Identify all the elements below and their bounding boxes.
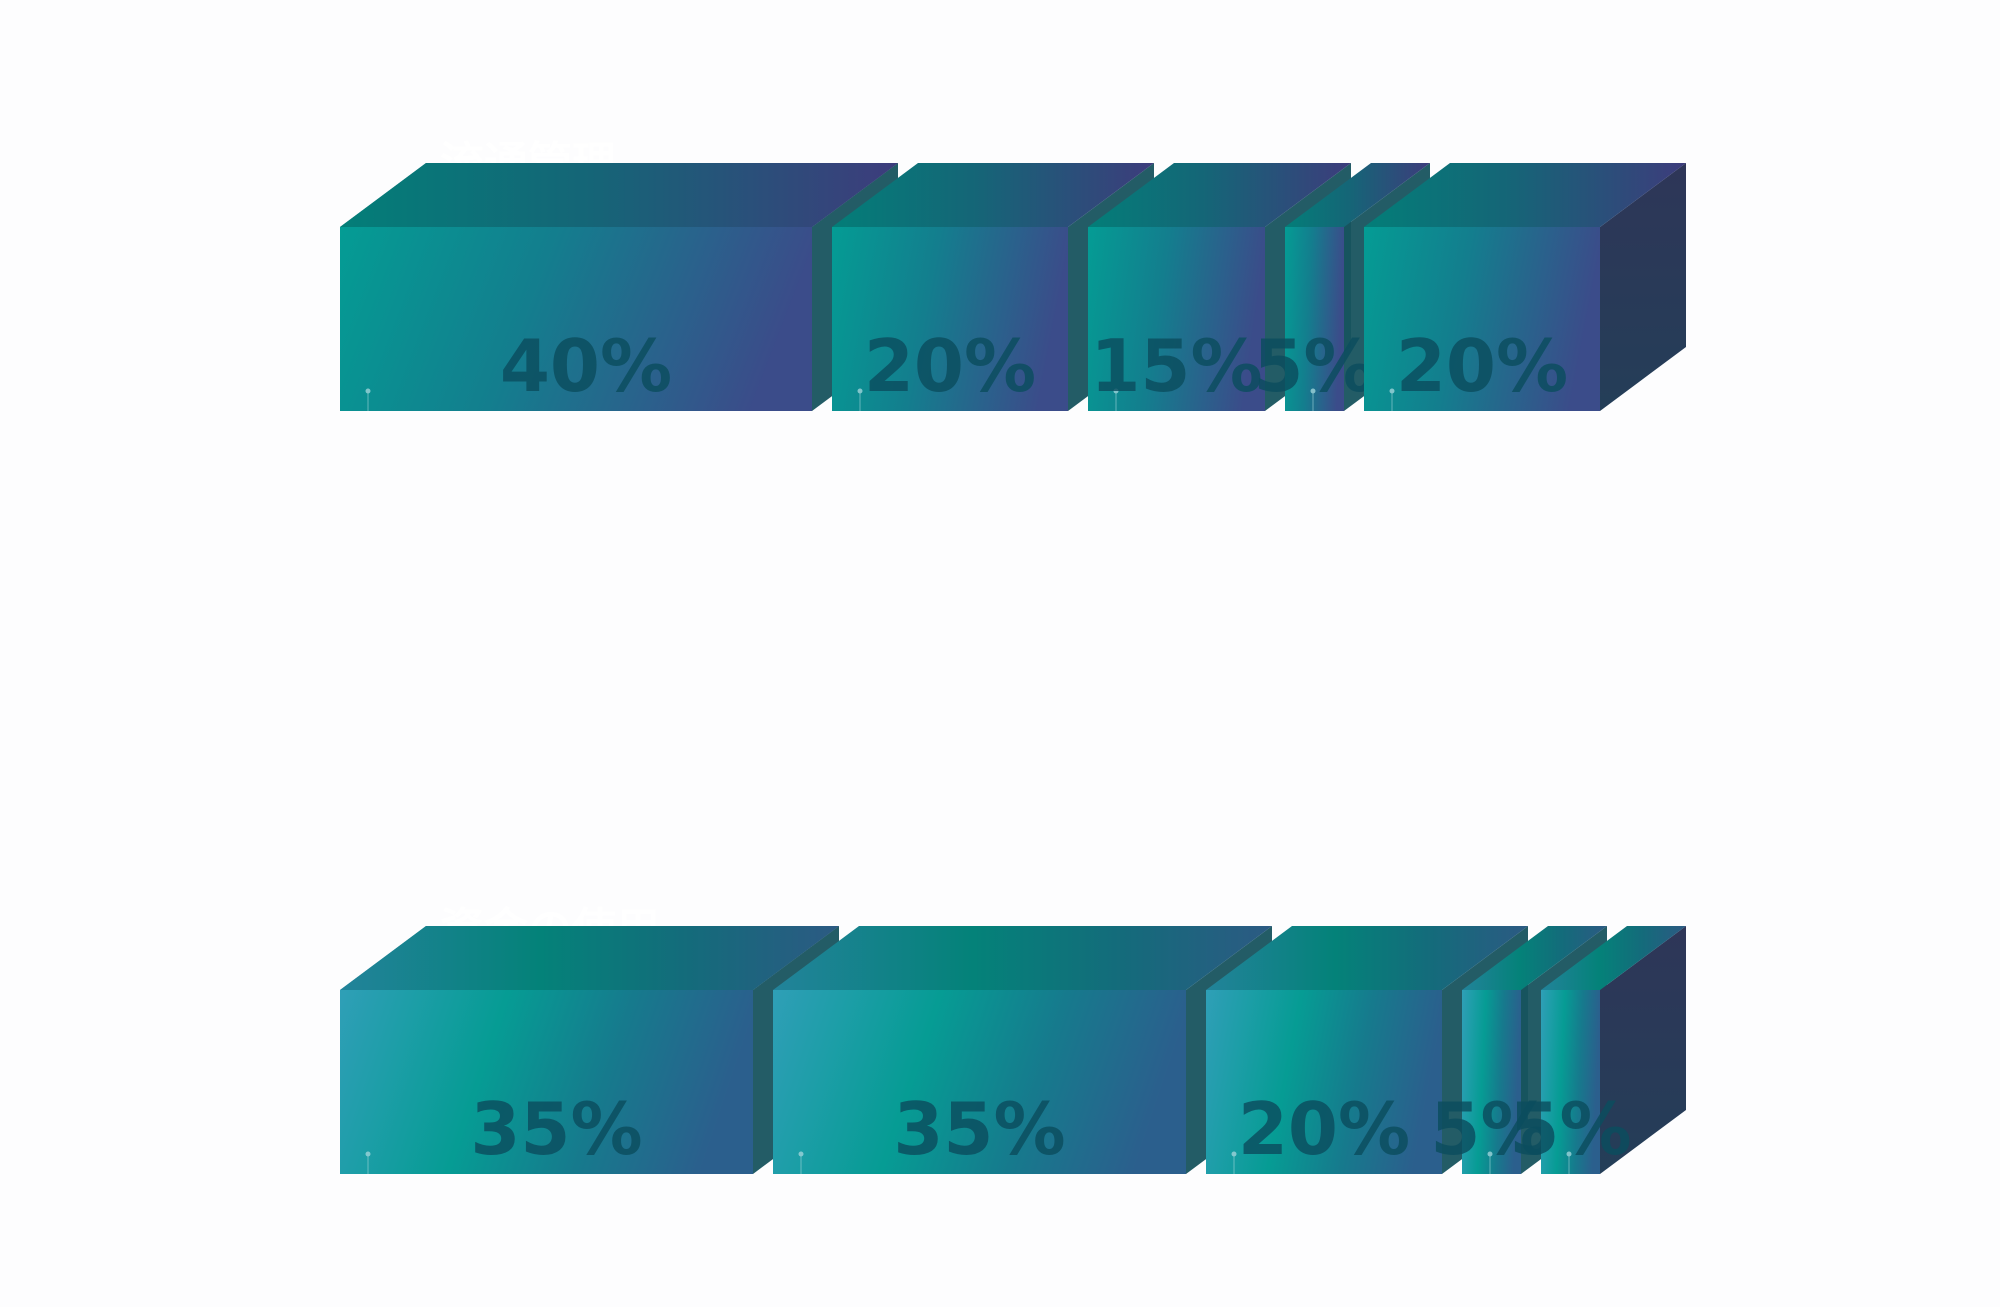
- data-label-1-2: 20%: [1238, 1087, 1410, 1171]
- data-label-0-4: 20%: [1396, 324, 1568, 408]
- bar-row-1: 35%35%20%5%5%資金の使用: [340, 904, 1686, 1174]
- data-label-0-0: 40%: [500, 324, 672, 408]
- data-label-1-4: 5%: [1509, 1087, 1631, 1171]
- bar-top-1-1: [773, 926, 1272, 990]
- bar-top-overlay-0: [340, 163, 898, 227]
- data-label-0-2: 15%: [1090, 324, 1262, 408]
- segment-marker-0-4: [1389, 388, 1395, 394]
- segment-marker-1-0: [365, 1151, 371, 1157]
- segment-marker-1-2: [1231, 1151, 1237, 1157]
- segment-marker-0-1: [857, 388, 863, 394]
- data-label-1-0: 35%: [470, 1087, 642, 1171]
- data-label-0-1: 20%: [864, 324, 1036, 408]
- stacked-3d-bar-chart: 40%20%15%5%20%流通管理35%35%20%5%5%資金の使用: [0, 0, 2000, 1303]
- segment-marker-1-1: [798, 1151, 804, 1157]
- segment-marker-0-0: [365, 388, 371, 394]
- data-label-0-3: 5%: [1253, 324, 1375, 408]
- bar-top-overlay-1: [340, 926, 839, 990]
- data-label-1-1: 35%: [893, 1087, 1065, 1171]
- chart-canvas: 40%20%15%5%20%流通管理35%35%20%5%5%資金の使用: [340, 138, 1686, 1174]
- bar-row-0: 40%20%15%5%20%流通管理: [340, 138, 1686, 411]
